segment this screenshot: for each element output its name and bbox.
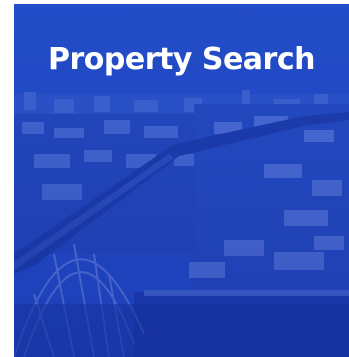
property-search-card[interactable]: Property Search — [14, 4, 349, 357]
card-title: Property Search — [48, 42, 315, 77]
